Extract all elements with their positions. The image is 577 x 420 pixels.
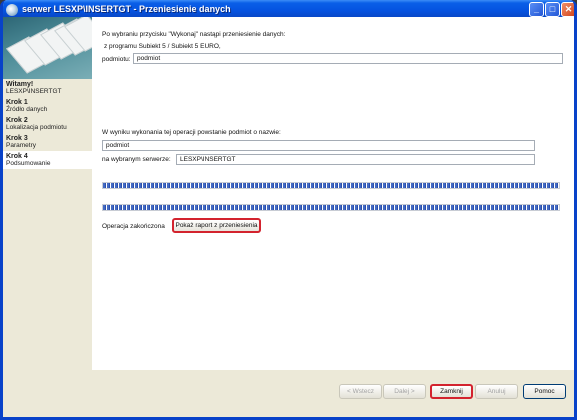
- step-welcome-heading: Witamy!: [6, 81, 34, 88]
- progress-bar-2: [102, 204, 560, 211]
- source-field[interactable]: podmiot: [133, 53, 563, 64]
- source-label: podmiotu:: [102, 56, 131, 63]
- summary-panel: Po wybraniu przycisku "Wykonaj" nastąpi …: [92, 17, 574, 370]
- target-name-field[interactable]: podmiot: [102, 140, 535, 151]
- maximize-button[interactable]: □: [545, 2, 560, 17]
- step-welcome: Witamy! LESXP\INSERTGT: [3, 79, 92, 97]
- wizard-steps: Witamy! LESXP\INSERTGT Krok 1 Źródło dan…: [3, 79, 92, 169]
- show-report-button[interactable]: Pokaż raport z przeniesienia: [172, 218, 261, 233]
- step-detail: Lokalizacja podmiotu: [6, 124, 67, 131]
- step-detail: Podsumowanie: [6, 160, 51, 167]
- window-title: serwer LESXP\INSERTGT - Przeniesienie da…: [22, 4, 231, 14]
- result-text: W wyniku wykonania tej operacji powstani…: [102, 129, 281, 136]
- close-window-button[interactable]: ✕: [561, 2, 574, 17]
- next-button[interactable]: Dalej >: [383, 384, 426, 399]
- app-icon: [6, 4, 18, 16]
- server-field[interactable]: LESXP\INSERTGT: [176, 154, 535, 165]
- back-button[interactable]: < Wstecz: [339, 384, 382, 399]
- step-detail: Źródło danych: [6, 106, 48, 113]
- status-text: Operacja zakończona: [102, 223, 165, 230]
- wizard-footer: < Wstecz Dalej > Zamknij Anuluj Pomoc: [3, 370, 574, 417]
- step-welcome-detail: LESXP\INSERTGT: [6, 88, 62, 95]
- step-heading: Krok 2: [6, 117, 28, 124]
- close-button[interactable]: Zamknij: [430, 384, 473, 399]
- step-heading: Krok 3: [6, 135, 28, 142]
- intro-text: Po wybraniu przycisku "Wykonaj" nastąpi …: [102, 31, 286, 38]
- step-1: Krok 1 Źródło danych: [3, 97, 92, 115]
- progress-fill-1: [103, 183, 559, 188]
- progress-fill-2: [103, 205, 559, 210]
- source-line: z programu Subiekt 5 / Subiekt 5 EURO,: [104, 43, 221, 50]
- step-4: Krok 4 Podsumowanie: [3, 151, 92, 169]
- help-button[interactable]: Pomoc: [523, 384, 566, 399]
- step-heading: Krok 4: [6, 153, 28, 160]
- step-heading: Krok 1: [6, 99, 28, 106]
- wizard-illustration: [3, 17, 92, 79]
- server-label: na wybranym serwerze:: [102, 156, 171, 163]
- wizard-sidebar: Witamy! LESXP\INSERTGT Krok 1 Źródło dan…: [3, 17, 92, 383]
- step-3: Krok 3 Parametry: [3, 133, 92, 151]
- minimize-button[interactable]: _: [529, 2, 544, 17]
- wizard-window: serwer LESXP\INSERTGT - Przeniesienie da…: [0, 0, 577, 420]
- step-detail: Parametry: [6, 142, 36, 149]
- step-2: Krok 2 Lokalizacja podmiotu: [3, 115, 92, 133]
- progress-bar-1: [102, 182, 560, 189]
- cancel-button[interactable]: Anuluj: [475, 384, 518, 399]
